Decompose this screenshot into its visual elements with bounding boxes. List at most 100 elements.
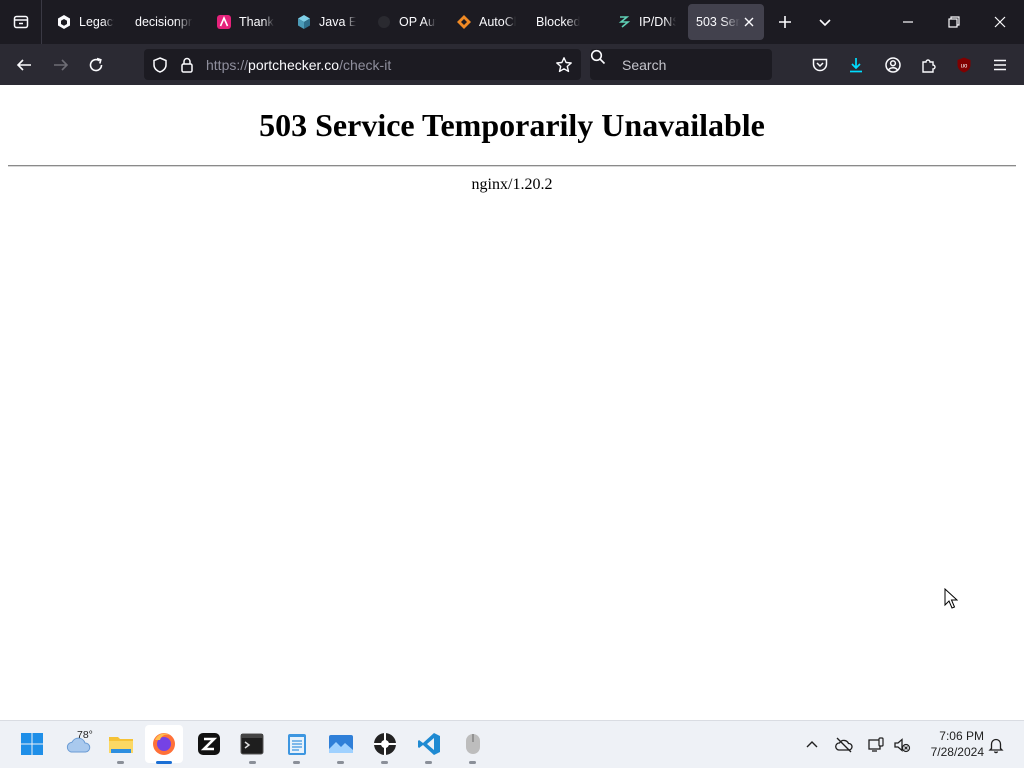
error-title: 503 Service Temporarily Unavailable xyxy=(259,107,765,143)
tab-label: Legacy xyxy=(79,15,114,29)
close-tab-icon[interactable] xyxy=(742,15,756,29)
mouse-pointer-icon xyxy=(944,588,958,609)
start-button[interactable] xyxy=(17,729,47,759)
notifications-button[interactable] xyxy=(987,736,1005,754)
close-window-button[interactable] xyxy=(990,12,1010,32)
tab-label: 503 Serv xyxy=(696,15,740,29)
diamond-icon xyxy=(456,14,472,30)
speaker-muted-icon xyxy=(894,738,911,753)
taskbar-puzzle-app[interactable] xyxy=(370,729,400,759)
dark-circle-icon xyxy=(376,14,392,30)
vscode-icon xyxy=(418,733,440,755)
arrow-left-icon xyxy=(16,59,31,71)
taskbar-terminal[interactable] xyxy=(237,729,267,759)
zoom-z-icon xyxy=(198,733,220,755)
tab-label: Blocked xyxy=(536,15,581,29)
puzzle-app-icon xyxy=(374,733,396,755)
taskbar-firefox[interactable] xyxy=(145,725,183,763)
downloads-button[interactable] xyxy=(845,54,867,76)
active-app-indicator xyxy=(156,761,172,764)
photos-icon xyxy=(329,735,353,753)
pocket-button[interactable] xyxy=(809,54,831,76)
terminal-icon xyxy=(240,733,264,755)
hamburger-menu-icon xyxy=(994,59,1006,71)
taskbar-notepad[interactable] xyxy=(282,729,312,759)
minimize-icon xyxy=(903,21,913,23)
account-button[interactable] xyxy=(882,54,904,76)
tab-op-aut[interactable]: OP Aut xyxy=(368,4,444,40)
mouse-app-icon xyxy=(466,734,480,754)
server-signature: nginx/1.20.2 xyxy=(471,176,553,193)
tab-label: AutoCl xyxy=(479,15,516,29)
tab-decisionpro[interactable]: decisionpro xyxy=(127,4,201,40)
windows-taskbar: 78° 7:06 PM 7/28/2024 xyxy=(0,720,1024,768)
url-text[interactable]: https://portchecker.co/check-it xyxy=(206,57,391,73)
cloud-off-icon xyxy=(835,737,853,753)
taskbar-mouse-app[interactable] xyxy=(458,729,488,759)
taskbar-zoom-app[interactable] xyxy=(194,729,224,759)
ublock-shield-icon: uo xyxy=(957,57,971,73)
search-icon xyxy=(590,49,606,69)
tab-ip-dns[interactable]: IP/DNS xyxy=(608,4,684,40)
new-tab-button[interactable] xyxy=(775,12,795,32)
show-hidden-icons-button[interactable] xyxy=(803,736,821,754)
account-icon xyxy=(885,57,901,73)
forward-button[interactable] xyxy=(50,54,72,76)
chevron-down-icon xyxy=(819,19,831,27)
tab-blocked[interactable]: Blocked xyxy=(528,4,604,40)
app-menu-button[interactable] xyxy=(989,54,1011,76)
file-explorer-icon xyxy=(109,737,133,753)
puzzle-icon xyxy=(922,59,936,73)
network-tray[interactable] xyxy=(867,736,885,754)
taskbar-vscode[interactable] xyxy=(414,729,444,759)
url-scheme: https:// xyxy=(206,57,249,73)
pocket-icon xyxy=(812,58,828,72)
volume-tray[interactable] xyxy=(893,736,911,754)
taskbar-file-explorer[interactable] xyxy=(106,729,136,759)
reload-button[interactable] xyxy=(85,54,107,76)
shield-hex-icon xyxy=(56,14,72,30)
chevron-up-icon xyxy=(806,741,818,748)
url-host: portchecker.co xyxy=(248,57,340,73)
onedrive-tray[interactable] xyxy=(835,736,853,754)
tab-autocl[interactable]: AutoCl xyxy=(448,4,524,40)
restore-button[interactable] xyxy=(944,12,964,32)
arrow-right-icon xyxy=(54,59,69,71)
tab-overview-button[interactable] xyxy=(0,0,42,44)
close-icon xyxy=(994,16,1006,28)
svg-text:uo: uo xyxy=(961,64,968,70)
clock-time: 7:06 PM xyxy=(939,729,984,743)
tracking-protection-shield-icon[interactable] xyxy=(151,56,169,74)
ublock-button[interactable]: uo xyxy=(953,54,975,76)
extensions-button[interactable] xyxy=(918,54,940,76)
clock-date: 7/28/2024 xyxy=(930,745,984,759)
download-icon xyxy=(850,58,862,73)
list-all-tabs-button[interactable] xyxy=(815,12,835,32)
tab-503-active[interactable]: 503 Serv xyxy=(688,4,764,40)
tab-label: decisionpro xyxy=(135,15,193,29)
start-icon xyxy=(21,733,43,755)
back-button[interactable] xyxy=(13,54,35,76)
system-clock[interactable]: 7:06 PM 7/28/2024 xyxy=(918,728,984,760)
cube-icon xyxy=(296,14,312,30)
tab-label: Thank xyxy=(239,15,274,29)
lock-icon[interactable] xyxy=(178,56,196,74)
notepad-icon xyxy=(288,734,306,755)
restore-icon xyxy=(948,16,960,28)
running-indicator xyxy=(249,761,256,764)
bookmark-star-icon[interactable] xyxy=(555,56,573,74)
weather-temperature: 78° xyxy=(77,729,93,741)
minimize-button[interactable] xyxy=(898,12,918,32)
firefox-icon xyxy=(153,733,175,755)
tab-legacy[interactable]: Legacy xyxy=(48,4,122,40)
plus-icon xyxy=(779,16,791,28)
tab-thank[interactable]: Thank xyxy=(208,4,284,40)
tab-java-ed[interactable]: Java Ed xyxy=(288,4,364,40)
search-bar[interactable]: Search xyxy=(590,49,772,80)
taskbar-photos[interactable] xyxy=(326,729,356,759)
page-content: 503 Service Temporarily Unavailable ngin… xyxy=(0,85,1024,720)
address-bar[interactable]: https://portchecker.co/check-it xyxy=(144,49,581,80)
tab-list-icon xyxy=(13,15,28,29)
tab-strip: Legacy decisionpro Thank Java Ed OP Aut … xyxy=(0,0,1024,44)
search-placeholder: Search xyxy=(622,57,667,73)
